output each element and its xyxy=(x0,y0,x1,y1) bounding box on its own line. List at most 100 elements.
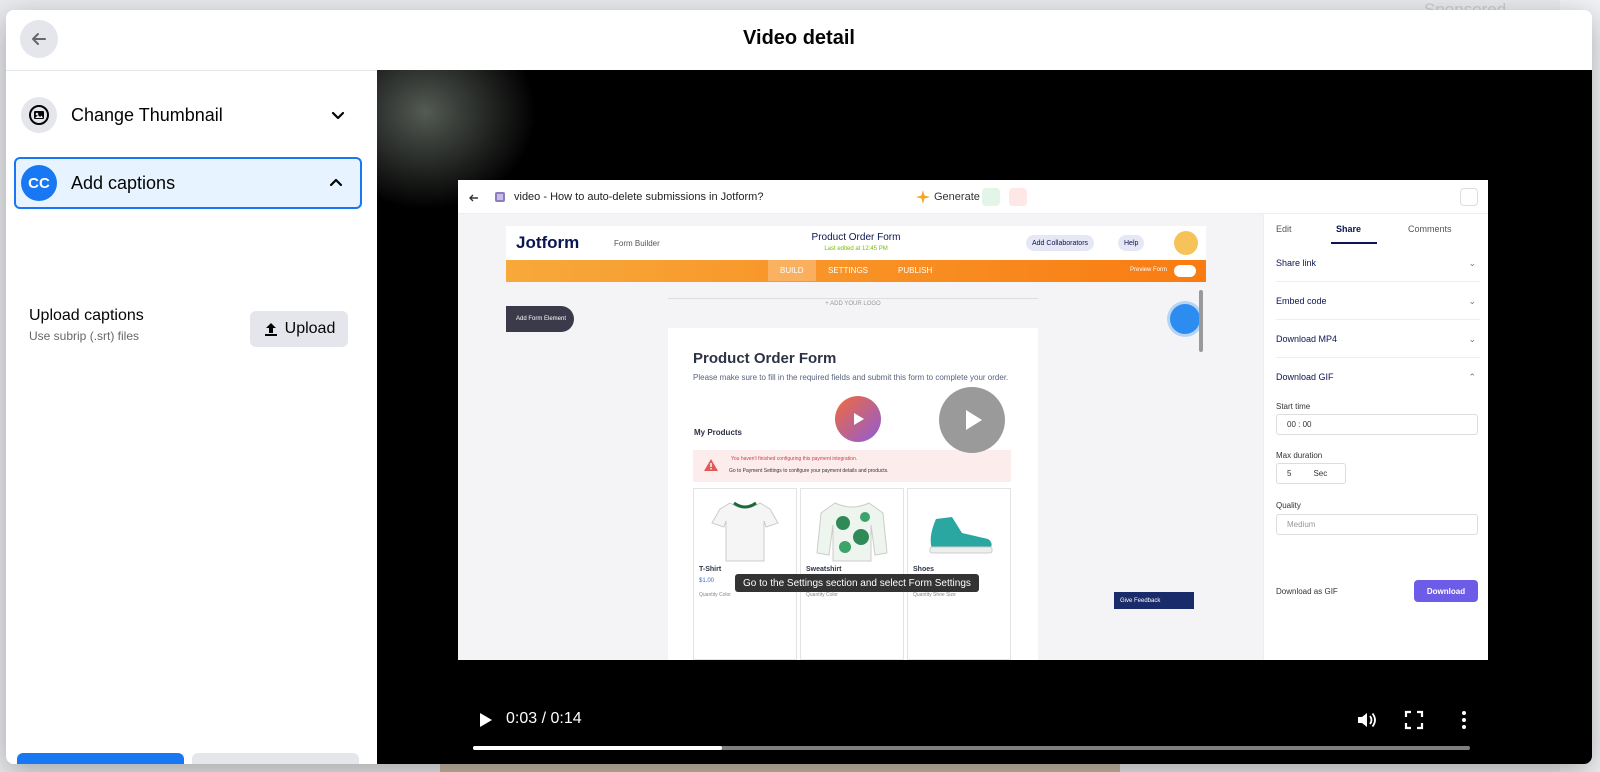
max-duration-input: 5 Sec xyxy=(1276,463,1346,484)
video-file-icon xyxy=(495,192,505,202)
download-gif-button: Download xyxy=(1414,580,1478,602)
form-builder-canvas: Jotform Form Builder Product Order Form … xyxy=(458,214,1263,660)
download-mp4-label: Download MP4 xyxy=(1276,333,1338,344)
frame-title: video - How to auto-delete submissions i… xyxy=(514,191,764,203)
help-pill: Help xyxy=(1118,235,1145,251)
t-shirt-image xyxy=(711,501,779,562)
embed-code-row: Embed code ⌄ xyxy=(1276,282,1480,320)
add-collaborators-pill: Add Collaborators xyxy=(1026,235,1095,251)
modal-title: Video detail xyxy=(743,27,855,49)
payment-warning: You haven't finished configuring this pa… xyxy=(693,450,1011,482)
sparkle-icon xyxy=(916,190,930,204)
preview-toggle xyxy=(1174,265,1196,277)
form-title: Product Order Form xyxy=(693,350,837,367)
chevron-down-icon xyxy=(328,105,348,125)
more-options-icon[interactable] xyxy=(1453,709,1475,731)
product-meta: Quantity Color xyxy=(806,592,838,598)
chevron-up-icon: ⌃ xyxy=(1468,372,1476,382)
sidebar: Change Thumbnail CC Add captions Upload … xyxy=(6,71,377,764)
tab-build: BUILD xyxy=(768,260,816,281)
warning-icon xyxy=(704,459,718,471)
thumbnail-icon xyxy=(21,97,57,133)
chevron-down-icon: ⌄ xyxy=(1468,296,1476,306)
chevron-down-icon: ⌄ xyxy=(1468,258,1476,268)
play-icon xyxy=(835,396,881,442)
volume-icon[interactable] xyxy=(1355,709,1377,731)
save-button[interactable]: Save xyxy=(17,753,184,764)
download-as-gif-label: Download as GIF xyxy=(1276,587,1338,596)
upload-captions-subtitle: Use subrip (.srt) files xyxy=(29,329,140,343)
add-form-element-button: Add Form Element xyxy=(506,306,574,332)
shoe-image xyxy=(929,517,993,554)
max-duration-label: Max duration xyxy=(1276,451,1323,460)
avatar xyxy=(1174,231,1198,255)
pdf-icon xyxy=(1009,188,1027,206)
upload-button[interactable]: Upload xyxy=(250,311,348,347)
share-panel: Edit Share Comments Share link ⌄ Embed c… xyxy=(1263,214,1488,660)
tab-settings: SETTINGS xyxy=(828,266,869,275)
embed-code-label: Embed code xyxy=(1276,295,1327,306)
arrow-left-icon xyxy=(469,194,478,202)
video-frame: video - How to auto-delete submissions i… xyxy=(458,180,1488,660)
form-builder-tabs: BUILD SETTINGS PUBLISH Preview Form xyxy=(506,260,1206,282)
cancel-button[interactable]: Cancel xyxy=(192,753,359,764)
product-name: Shoes xyxy=(913,566,935,573)
product-meta: Quantity Shoe Size xyxy=(913,592,956,598)
max-duration-value: 5 xyxy=(1287,469,1292,478)
form-description: Please make sure to fill in the required… xyxy=(693,373,1009,382)
form-header-title: Product Order Form xyxy=(811,232,901,243)
add-logo-label: + ADD YOUR LOGO xyxy=(668,298,1038,307)
preview-form-label: Preview Form xyxy=(1130,267,1168,273)
product-meta: Quantity Color xyxy=(699,592,731,598)
warning-line-2: Go to Payment Settings to configure your… xyxy=(729,468,889,474)
panel-tabs: Edit Share Comments xyxy=(1264,214,1488,244)
paint-roller-icon xyxy=(1170,304,1200,334)
tab-comments: Comments xyxy=(1408,224,1452,234)
frame-topbar: video - How to auto-delete submissions i… xyxy=(458,180,1488,214)
upload-icon xyxy=(264,323,277,336)
modal-header: Video detail xyxy=(6,10,1592,71)
quality-select: Medium xyxy=(1276,514,1478,535)
upload-captions-title: Upload captions xyxy=(29,307,144,324)
sweatshirt-image xyxy=(816,502,888,562)
change-thumbnail-label: Change Thumbnail xyxy=(71,104,223,125)
generate-label: Generate xyxy=(934,191,980,203)
video-controls: 0:03 / 0:14 xyxy=(377,700,1592,760)
download-gif-row: Download GIF ⌃ xyxy=(1276,358,1480,396)
chevron-down-icon: ⌄ xyxy=(1468,334,1476,344)
video-detail-modal: Video detail Change Thumbnail CC Add cap… xyxy=(6,10,1592,764)
trash-icon xyxy=(1460,188,1478,206)
give-feedback-button: Give Feedback xyxy=(1114,592,1194,609)
play-icon[interactable] xyxy=(475,710,495,730)
video-progress-bar[interactable] xyxy=(473,746,1470,750)
play-icon xyxy=(939,387,1005,453)
warning-line-1: You haven't finished configuring this pa… xyxy=(731,456,858,462)
change-thumbnail-accordion[interactable]: Change Thumbnail xyxy=(14,89,362,141)
closed-captions-icon: CC xyxy=(21,165,57,201)
product-name: Sweatshirt xyxy=(806,566,842,573)
upload-button-label: Upload xyxy=(284,320,336,337)
share-link-row: Share link ⌄ xyxy=(1276,244,1480,282)
product-name: T-Shirt xyxy=(699,566,722,573)
add-captions-label: Add captions xyxy=(71,172,176,193)
video-player[interactable]: video - How to auto-delete submissions i… xyxy=(377,70,1592,764)
max-duration-unit: Sec xyxy=(1313,469,1328,478)
download-gif-label: Download GIF xyxy=(1276,372,1334,382)
last-edited-label: Last edited at 12:45 PM xyxy=(824,246,888,252)
video-progress-fill xyxy=(473,746,723,750)
canvas-scrollbar xyxy=(1199,290,1203,352)
download-mp4-row: Download MP4 ⌄ xyxy=(1276,320,1480,358)
share-link-label: Share link xyxy=(1276,257,1317,268)
chevron-up-icon xyxy=(326,173,346,193)
video-caption: Go to the Settings section and select Fo… xyxy=(735,574,979,592)
product-price: $1.00 xyxy=(699,578,715,584)
quality-label: Quality xyxy=(1276,501,1301,510)
tab-publish: PUBLISH xyxy=(898,266,933,275)
start-time-input: 00 : 00 xyxy=(1276,414,1478,435)
start-time-label: Start time xyxy=(1276,402,1311,411)
video-time: 0:03 / 0:14 xyxy=(506,710,582,727)
add-captions-accordion[interactable]: CC Add captions xyxy=(14,157,362,209)
fullscreen-icon[interactable] xyxy=(1403,709,1425,731)
image-icon xyxy=(982,188,1000,206)
tab-share: Share xyxy=(1336,224,1362,234)
